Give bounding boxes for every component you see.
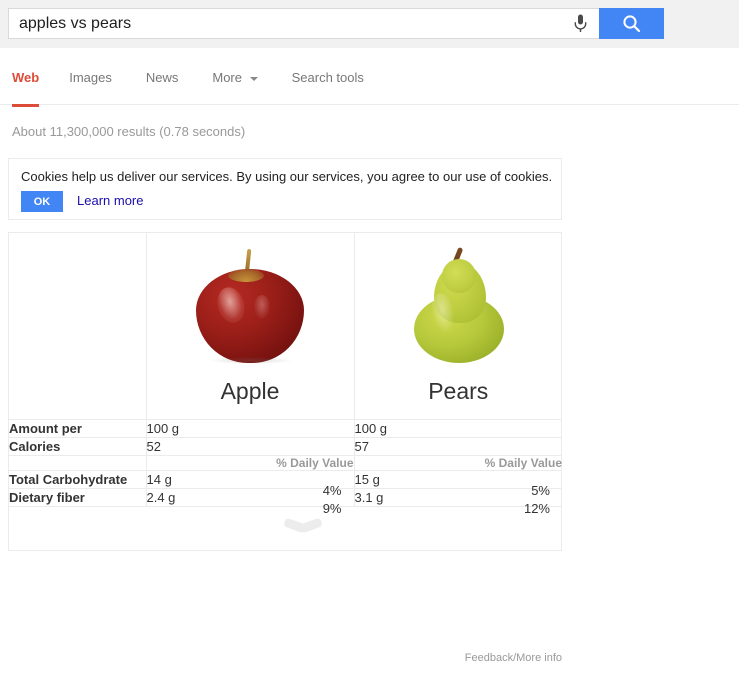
tab-news[interactable]: News <box>146 70 197 86</box>
tab-search-tools[interactable]: Search tools <box>292 70 382 86</box>
tab-images-label: Images <box>69 70 112 85</box>
table-row: Total Carbohydrate 14 g 4% 15 g 5% <box>9 470 562 498</box>
daily-value-header-row: % Daily Value % Daily Value <box>9 454 562 471</box>
comparison-table: Apple Pears Amount per 100 g 100 g Calor… <box>9 233 562 550</box>
green-pear-photo <box>402 246 514 365</box>
apple-highlight-secondary <box>254 295 270 319</box>
chevron-down-icon[interactable] <box>286 519 322 537</box>
search-button[interactable] <box>599 8 664 39</box>
cell-fiber-pears: 3.1 g 12% <box>354 488 562 516</box>
row-label-calories: Calories <box>9 437 147 456</box>
item-name-pears: Pears <box>428 377 489 404</box>
search-input[interactable] <box>9 9 561 38</box>
feedback-more-info-link[interactable]: Feedback/More info <box>465 652 562 664</box>
row-label-amount-per: Amount per <box>9 419 147 438</box>
cookie-ok-button[interactable]: OK <box>21 191 63 212</box>
daily-value-corner <box>9 454 147 471</box>
cell-fiber-apple: 2.4 g 9% <box>146 488 355 516</box>
table-row: Calories 52 57 <box>9 437 562 456</box>
tab-more-label: More <box>212 70 242 85</box>
carbohydrate-apple-amount: 14 g <box>146 471 172 487</box>
expand-row[interactable] <box>9 506 562 550</box>
search-box <box>8 8 664 39</box>
cookie-notice: Cookies help us deliver our services. By… <box>8 158 562 220</box>
apple-shadow <box>210 357 292 364</box>
daily-value-header-pears: % Daily Value <box>354 454 562 471</box>
search-tabs: Web Images News More Search tools <box>12 70 382 107</box>
cell-calories-pears: 57 <box>354 437 562 456</box>
table-row: Amount per 100 g 100 g <box>9 419 562 438</box>
expand-more-button[interactable] <box>9 506 562 550</box>
fiber-pears-amount: 3.1 g <box>354 489 384 505</box>
apple-dimple <box>228 269 264 282</box>
carbohydrate-pears-amount: 15 g <box>354 471 380 487</box>
tab-search-tools-label: Search tools <box>291 70 364 85</box>
tab-active-underline <box>12 104 40 107</box>
red-apple-photo <box>188 247 312 365</box>
cookie-learn-more-link[interactable]: Learn more <box>77 193 143 208</box>
microphone-icon[interactable] <box>561 9 599 38</box>
cell-amount-per-apple: 100 g <box>146 419 355 438</box>
tab-web[interactable]: Web <box>12 70 40 107</box>
daily-value-header-apple: % Daily Value <box>146 454 355 471</box>
cookie-notice-text: Cookies help us deliver our services. By… <box>21 169 553 184</box>
card-footer: Feedback/More info <box>8 652 562 664</box>
row-label-dietary-fiber: Dietary fiber <box>9 488 147 507</box>
item-header-apple[interactable]: Apple <box>146 233 355 420</box>
tab-more[interactable]: More <box>212 70 275 86</box>
fiber-apple-amount: 2.4 g <box>146 489 176 505</box>
cell-amount-per-pears: 100 g <box>354 419 562 438</box>
corner-cell <box>9 233 147 420</box>
tab-images[interactable]: Images <box>69 70 130 86</box>
pear-neck <box>442 259 477 293</box>
cell-calories-apple: 52 <box>146 437 355 456</box>
apple-body <box>196 269 304 363</box>
item-name-apple: Apple <box>220 377 280 404</box>
result-stats: About 11,300,000 results (0.78 seconds) <box>12 124 246 139</box>
table-row: Dietary fiber 2.4 g 9% 3.1 g 12% <box>9 488 562 516</box>
comparison-knowledge-card: Apple Pears Amount per 100 g 100 g Calor… <box>8 232 562 551</box>
search-header <box>0 0 739 48</box>
cell-carbohydrate-apple: 14 g 4% <box>146 470 355 498</box>
search-nav-bar: Web Images News More Search tools <box>0 48 739 107</box>
table-header-row: Apple Pears <box>9 233 562 420</box>
tab-web-label: Web <box>12 70 40 85</box>
cell-carbohydrate-pears: 15 g 5% <box>354 470 562 498</box>
row-label-total-carbohydrate: Total Carbohydrate <box>9 470 147 489</box>
item-header-pears[interactable]: Pears <box>354 233 562 420</box>
chevron-down-icon <box>249 76 258 81</box>
tab-news-label: News <box>145 70 179 85</box>
